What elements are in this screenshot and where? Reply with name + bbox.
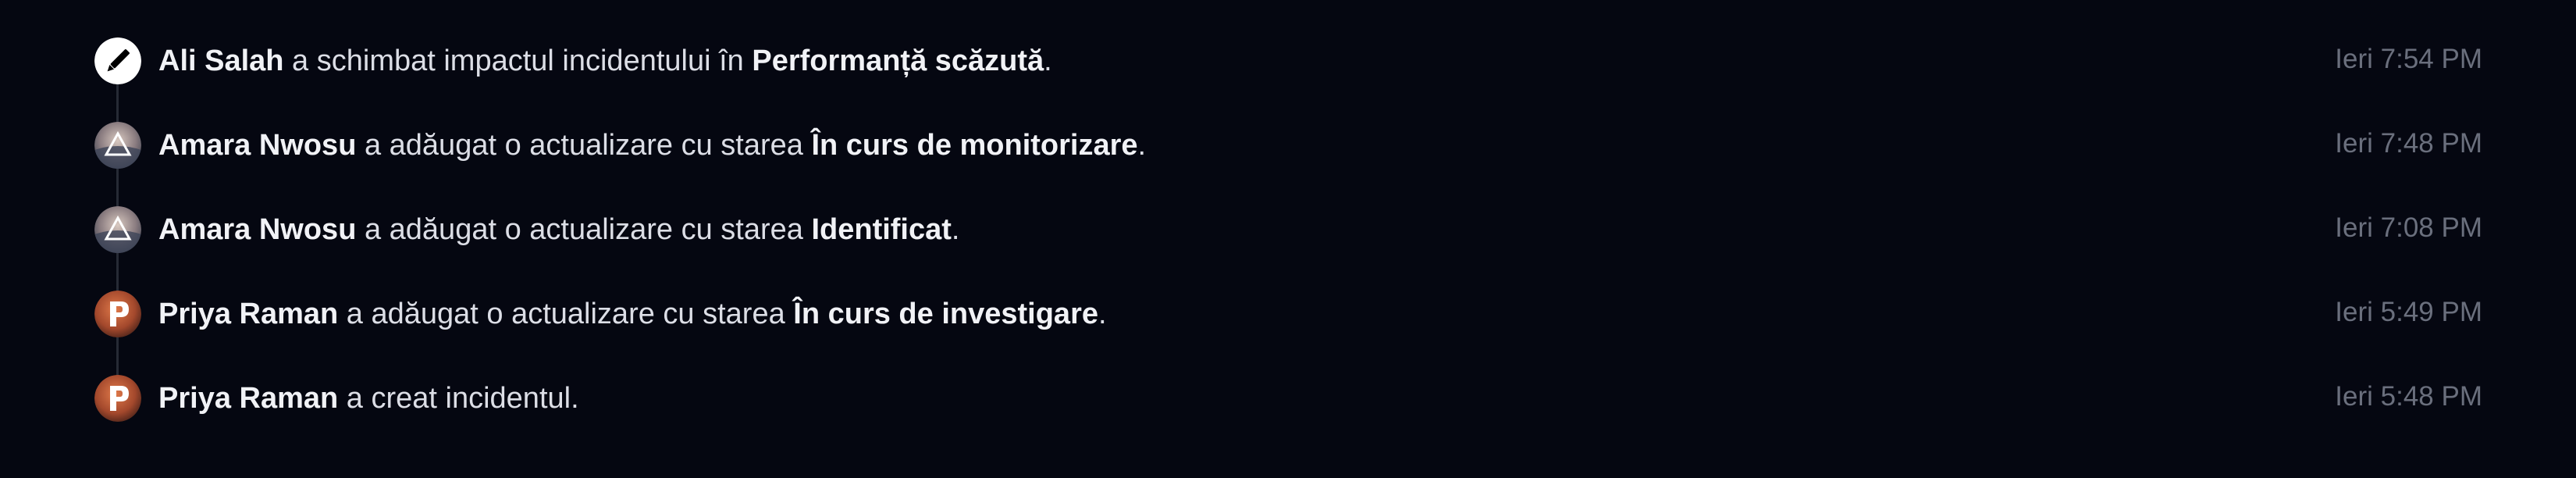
event-timestamp: Ieri 7:48 PM — [2335, 128, 2482, 159]
event-timestamp: Ieri 5:49 PM — [2335, 297, 2482, 327]
actor-name[interactable]: Amara Nwosu — [158, 213, 356, 246]
actor-name[interactable]: Ali Salah — [158, 45, 284, 77]
timeline-event: Ali Salah a schimbat impactul incidentul… — [0, 19, 2576, 103]
actor-name[interactable]: Amara Nwosu — [158, 129, 356, 162]
triangle-icon — [94, 122, 141, 169]
event-suffix: . — [1044, 45, 1052, 77]
timeline-event: Priya Raman a creat incidentul. Ieri 5:4… — [0, 356, 2576, 441]
event-detail: În curs de investigare — [793, 298, 1098, 330]
p-logo-icon — [94, 375, 141, 422]
event-suffix: . — [951, 213, 960, 246]
timeline-event: Amara Nwosu a adăugat o actualizare cu s… — [0, 103, 2576, 187]
pencil-icon — [94, 37, 141, 84]
timeline-event: Amara Nwosu a adăugat o actualizare cu s… — [0, 187, 2576, 272]
event-action-text: a schimbat impactul incidentului în — [283, 45, 753, 77]
triangle-icon — [94, 206, 141, 253]
event-action-text: a creat incidentul. — [338, 382, 579, 415]
event-description: Ali Salah a schimbat impactul incidentul… — [158, 42, 1052, 80]
event-detail: Performanță scăzută — [752, 45, 1044, 77]
actor-name[interactable]: Priya Raman — [158, 382, 338, 415]
event-detail: În curs de monitorizare — [811, 129, 1138, 162]
event-description: Priya Raman a adăugat o actualizare cu s… — [158, 295, 1107, 333]
event-timestamp: Ieri 5:48 PM — [2335, 381, 2482, 412]
event-action-text: a adăugat o actualizare cu starea — [356, 129, 812, 162]
actor-name[interactable]: Priya Raman — [158, 298, 338, 330]
timeline-event: Priya Raman a adăugat o actualizare cu s… — [0, 272, 2576, 356]
event-action-text: a adăugat o actualizare cu starea — [338, 298, 794, 330]
event-timestamp: Ieri 7:54 PM — [2335, 44, 2482, 74]
p-logo-icon — [94, 291, 141, 337]
event-detail: Identificat — [811, 213, 952, 246]
event-suffix: . — [1137, 129, 1147, 162]
event-description: Priya Raman a creat incidentul. — [158, 380, 579, 417]
event-action-text: a adăugat o actualizare cu starea — [356, 213, 812, 246]
event-description: Amara Nwosu a adăugat o actualizare cu s… — [158, 127, 1146, 164]
event-description: Amara Nwosu a adăugat o actualizare cu s… — [158, 211, 959, 248]
event-suffix: . — [1098, 298, 1107, 330]
event-timestamp: Ieri 7:08 PM — [2335, 212, 2482, 243]
incident-activity-timeline: Ali Salah a schimbat impactul incidentul… — [0, 0, 2576, 478]
